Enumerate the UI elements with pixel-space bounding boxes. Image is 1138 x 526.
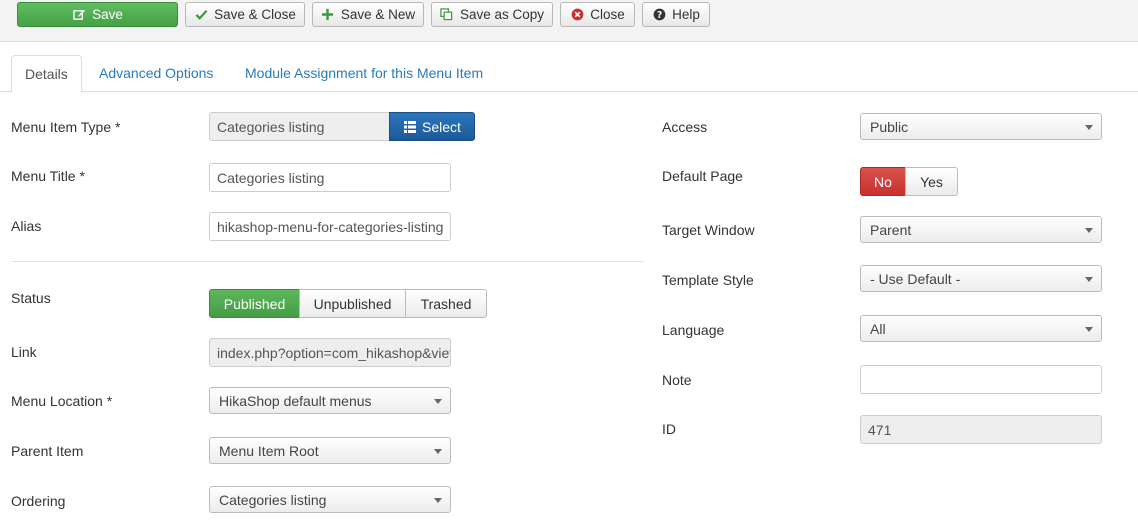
menu-title-value: Categories listing [217, 169, 325, 186]
alias-label: Alias [11, 218, 42, 234]
close-button[interactable]: Close [560, 2, 635, 27]
chevron-down-icon [434, 449, 442, 454]
plus-icon [321, 8, 335, 22]
language-select[interactable]: All [860, 315, 1102, 342]
status-published-button[interactable]: Published [209, 289, 300, 318]
select-menu-type-button[interactable]: Select [389, 112, 475, 141]
template-style-select[interactable]: - Use Default - [860, 265, 1102, 292]
status-trashed-button[interactable]: Trashed [405, 289, 487, 318]
save-label: Save [92, 7, 123, 22]
select-label: Select [422, 118, 461, 135]
ordering-value: Categories listing [219, 491, 327, 508]
close-circle-icon [570, 8, 584, 22]
menu-location-label: Menu Location * [11, 393, 113, 409]
parent-item-select[interactable]: Menu Item Root [209, 437, 451, 464]
target-window-value: Parent [870, 221, 912, 238]
language-label: Language [662, 322, 725, 338]
note-input[interactable] [860, 365, 1102, 394]
access-value: Public [870, 118, 909, 135]
save-new-label: Save & New [340, 7, 416, 22]
default-page-yes-button[interactable]: Yes [905, 167, 958, 196]
menu-title-label: Menu Title * [11, 168, 85, 184]
menu-location-value: HikaShop default menus [219, 392, 372, 409]
menu-item-type-label: Menu Item Type * [11, 119, 121, 135]
id-label: ID [662, 421, 676, 437]
tab-advanced-options[interactable]: Advanced Options [99, 55, 213, 92]
question-circle-icon: ? [652, 8, 666, 22]
save-new-button[interactable]: Save & New [312, 2, 424, 27]
chevron-down-icon [434, 399, 442, 404]
status-label: Status [11, 290, 51, 306]
chevron-down-icon [1085, 125, 1093, 130]
parent-item-value: Menu Item Root [219, 442, 319, 459]
save-copy-button[interactable]: Save as Copy [431, 2, 553, 27]
id-field: 471 [860, 415, 1102, 444]
tab-module-assignment[interactable]: Module Assignment for this Menu Item [245, 55, 483, 92]
chevron-down-icon [434, 498, 442, 503]
save-copy-label: Save as Copy [459, 7, 545, 22]
id-value: 471 [868, 421, 892, 438]
menu-title-input[interactable]: Categories listing [209, 163, 451, 192]
access-select[interactable]: Public [860, 113, 1102, 140]
chevron-down-icon [1085, 277, 1093, 282]
target-window-label: Target Window [662, 222, 755, 238]
target-window-select[interactable]: Parent [860, 216, 1102, 243]
status-unpublished-button[interactable]: Unpublished [299, 289, 406, 318]
toolbar: Save Save & Close Save & New Save as Cop… [0, 0, 1138, 42]
check-icon [194, 8, 208, 22]
edit-icon [72, 8, 86, 22]
language-value: All [870, 320, 886, 337]
default-page-no-button[interactable]: No [860, 167, 906, 196]
link-field: index.php?option=com_hikashop&view=categ… [209, 338, 451, 367]
menu-location-select[interactable]: HikaShop default menus [209, 387, 451, 414]
default-page-label: Default Page [662, 168, 743, 184]
access-label: Access [662, 119, 708, 135]
menu-item-type-field: Categories listing [209, 112, 391, 141]
chevron-down-icon [1085, 327, 1093, 332]
help-button[interactable]: ? Help [642, 2, 710, 27]
ordering-label: Ordering [11, 493, 66, 509]
menu-item-type-value: Categories listing [217, 118, 325, 135]
ordering-select[interactable]: Categories listing [209, 486, 451, 513]
alias-value: hikashop-menu-for-categories-listing [217, 218, 444, 235]
note-label: Note [662, 372, 692, 388]
save-close-label: Save & Close [214, 7, 296, 22]
alias-input[interactable]: hikashop-menu-for-categories-listing [209, 212, 451, 241]
section-divider [11, 261, 644, 262]
copy-icon [440, 8, 454, 22]
tab-details[interactable]: Details [11, 55, 82, 93]
parent-item-label: Parent Item [11, 443, 84, 459]
save-button[interactable]: Save [17, 2, 178, 27]
list-icon [403, 120, 417, 134]
link-value: index.php?option=com_hikashop&view=categ… [217, 344, 450, 361]
link-label: Link [11, 344, 37, 360]
svg-text:?: ? [656, 10, 661, 21]
template-style-label: Template Style [662, 272, 754, 288]
chevron-down-icon [1085, 228, 1093, 233]
template-style-value: - Use Default - [870, 270, 961, 287]
close-label: Close [590, 7, 625, 22]
save-close-button[interactable]: Save & Close [185, 2, 305, 27]
help-label: Help [672, 7, 700, 22]
tab-bar: Details Advanced Options Module Assignme… [0, 55, 1138, 93]
